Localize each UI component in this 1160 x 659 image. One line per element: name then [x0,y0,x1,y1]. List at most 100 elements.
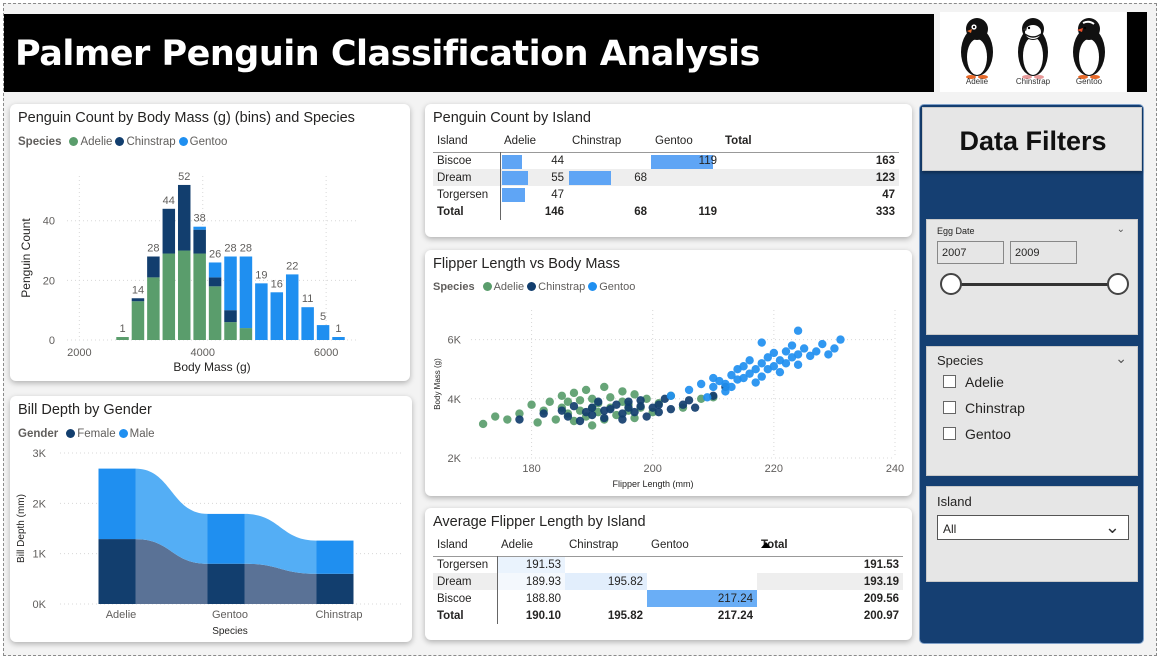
table-cell [568,152,651,169]
table-cell: 68 [568,169,651,186]
column-header[interactable]: Gentoo [647,534,757,556]
table-cell: 195.82 [565,573,647,590]
ribbon-bar-female [207,563,245,604]
scatter-point-adelie [491,412,500,421]
scatter-point-gentoo [793,326,803,335]
x-tick-label: 220 [765,463,783,475]
scatter-point-gentoo [793,350,803,359]
table-cell: 55 [500,169,568,186]
chevron-down-icon[interactable]: ⌄ [1117,224,1125,235]
sort-desc-icon[interactable] [761,542,771,548]
histogram-bar-gentoo [316,325,330,340]
histogram-bar-gentoo [285,274,299,340]
scatter-point-chinstrap [594,397,603,406]
chevron-down-icon[interactable]: ⌄ [1115,350,1127,367]
row-label: Biscoe [433,152,501,169]
histogram-bar-chinstrap [224,310,237,323]
flipper-vs-mass-card[interactable]: Flipper Length vs Body Mass Species Adeli… [425,250,912,496]
scatter-point-chinstrap [654,407,663,417]
table-cell [565,556,647,573]
scatter-point-gentoo [745,356,754,365]
scatter-point-chinstrap [684,396,694,405]
body-mass-histogram-card[interactable]: Penguin Count by Body Mass (g) (bins) an… [10,104,410,381]
data-label: 16 [271,278,283,290]
scatter-point-chinstrap [587,403,597,412]
histogram-bar-adelie [208,286,222,340]
scatter-point-gentoo [836,335,845,344]
egg-date-slicer: Egg Date ⌄ 2007 2009 [926,219,1138,335]
date-from-input[interactable]: 2007 [937,241,1004,264]
column-header[interactable]: Chinstrap [568,130,651,152]
scatter-point-chinstrap [569,402,579,411]
filters-header-box: Data Filters [922,107,1142,171]
column-header[interactable]: Adelie [497,534,565,556]
scatter-point-gentoo [781,359,791,368]
x-axis-title: Species [212,626,248,637]
scatter-point-gentoo [799,344,809,353]
table-cell: 188.80 [525,592,561,605]
column-header[interactable]: Total [757,534,903,556]
logo-label: Chinstrap [1015,77,1051,86]
slicer-title: Island [937,494,972,509]
dashboard-title: Palmer Penguin Classification Analysis [15,34,760,74]
matrix-header-row: Island Adelie Chinstrap Gentoo Total [433,534,903,556]
checkbox-gentoo[interactable] [943,427,956,440]
y-tick-label: 2K [33,498,47,510]
slider-handle-start[interactable] [940,273,962,295]
island-count-card[interactable]: Penguin Count by Island Island Adelie Ch… [425,104,912,237]
y-tick-label: 2K [448,453,462,465]
histogram-bar-adelie [177,250,191,340]
scatter-plot: 2K 4K 6K 180 200 220 240 Flipper Length (mm) Bod… [433,310,904,489]
scatter-point-chinstrap [618,415,627,424]
column-header[interactable]: Chinstrap [565,534,647,556]
table-cell: 47 [882,188,895,201]
island-slicer: Island All ⌄ [926,486,1138,582]
x-tick-label: Chinstrap [315,609,362,621]
table-cell: 146 [544,205,564,218]
column-header[interactable]: Total [721,130,899,152]
adelie-penguin-icon: Adelie [949,12,1005,92]
table-row: Biscoe 188.80 217.24 209.56 [433,590,903,607]
column-header[interactable]: Gentoo [651,130,721,152]
island-dropdown[interactable]: All ⌄ [937,515,1129,540]
histogram-bar-gentoo [332,337,345,340]
species-slicer: Species ⌄ Adelie Chinstrap Gentoo [926,346,1138,476]
histogram-plot: 0 20 40 2000 4000 6000 Body Mass (g) Penguin Co… [19,171,357,374]
column-header[interactable]: Island [433,534,497,556]
checkbox-adelie[interactable] [943,375,956,388]
histogram-bar-adelie [239,328,253,340]
x-tick-label: 200 [644,463,662,475]
column-header[interactable]: Island [433,130,500,152]
total-row: Total 146 68 119 333 [433,203,899,220]
bill-depth-card[interactable]: Bill Depth by Gender Gender Female Male 0K… [10,396,412,642]
scatter-point-chinstrap [612,400,621,409]
histogram-bar-chinstrap [193,229,206,254]
avg-flipper-card[interactable]: Average Flipper Length by Island Island … [425,508,912,640]
data-label: 5 [320,311,326,323]
scatter-point-gentoo [727,382,736,392]
ribbon-bar-female [98,539,136,604]
date-to-input[interactable]: 2009 [1010,241,1077,264]
y-axis-title: Penguin Count [19,218,33,298]
histogram-bar-gentoo [224,256,237,311]
slicer-title: Egg Date [937,226,975,236]
cell-value: 44 [551,154,564,167]
scatter-point-chinstrap [630,407,639,417]
scatter-point-adelie [545,397,554,406]
data-label: 1 [119,323,125,335]
date-slider-track[interactable] [951,283,1117,286]
checkbox-chinstrap[interactable] [943,401,956,414]
scatter-point-chinstrap [557,406,567,415]
scatter-point-gentoo [696,379,706,389]
column-header[interactable]: Adelie [500,130,568,152]
scatter-point-adelie [600,382,609,392]
island-count-matrix: Island Adelie Chinstrap Gentoo Total Bis… [433,130,899,220]
histogram-bar-gentoo [193,226,206,230]
scatter-point-adelie [569,388,579,398]
ribbon-plot: 0K 1K 2K 3K Adelie Gentoo Chinstrap Species Bill… [16,448,402,637]
filters-header: Data Filters [959,126,1107,156]
x-tick-label: 240 [886,463,904,475]
slider-handle-end[interactable] [1107,273,1129,295]
date-from-value: 2007 [942,247,967,259]
chevron-down-icon[interactable]: ⌄ [1105,517,1120,538]
